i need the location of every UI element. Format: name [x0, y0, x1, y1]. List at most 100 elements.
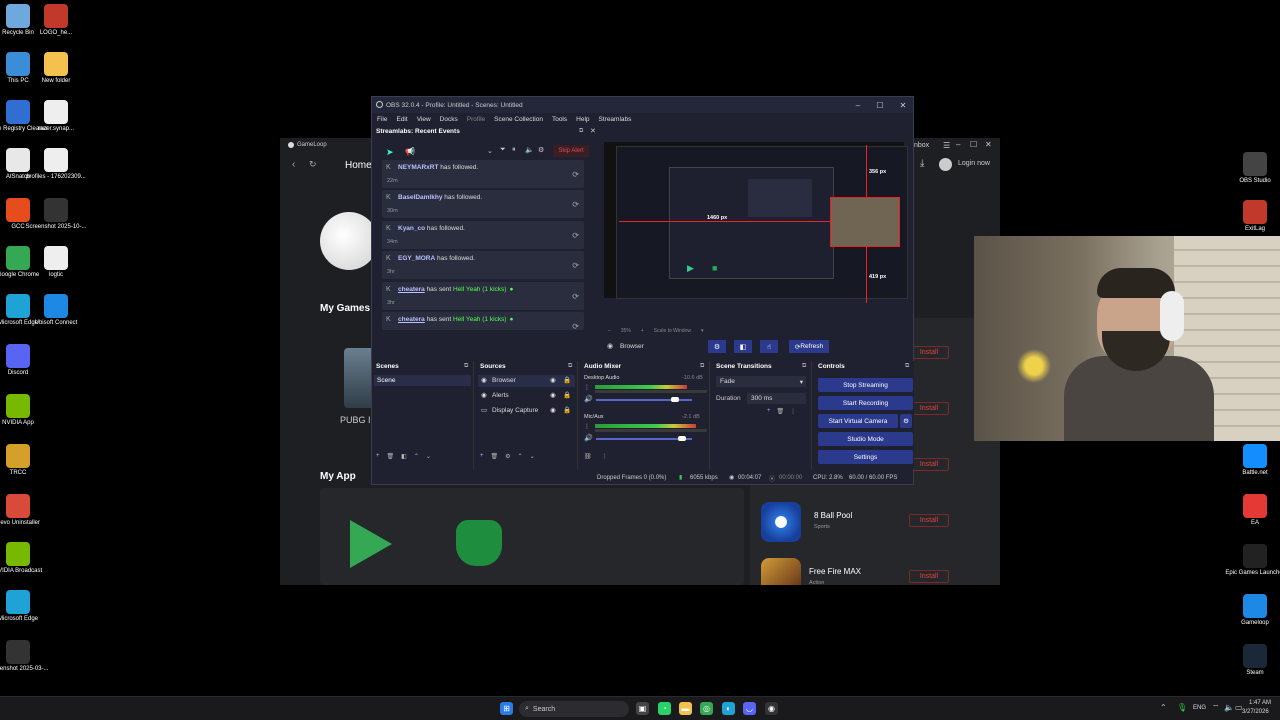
event-user[interactable]: cheatera — [398, 286, 425, 293]
mic-icon[interactable]: 🎙 — [1177, 703, 1187, 712]
transition-select[interactable]: Fade ▾ — [716, 376, 806, 387]
undock-icon[interactable]: ⧉ — [802, 363, 806, 370]
desktop-icon-revo-uninstaller[interactable]: Revo Uninstaller — [0, 494, 50, 527]
wifi-icon[interactable]: ⌔ — [1212, 703, 1220, 713]
add-icon[interactable]: + — [767, 408, 771, 415]
interact-button[interactable]: ☝ — [760, 340, 778, 353]
undock-icon[interactable]: ⧉ — [579, 128, 583, 135]
replay-icon[interactable]: ⟳ — [572, 292, 579, 301]
maximize-icon[interactable]: ☐ — [870, 97, 890, 113]
desktop-icon-exitlag[interactable]: ExitLag — [1223, 200, 1280, 233]
reload-icon[interactable]: ↻ — [309, 159, 317, 170]
eye-icon[interactable]: ◉ — [550, 391, 556, 399]
clock-time[interactable]: 1:47 AM — [1249, 700, 1271, 706]
menu-icon[interactable]: ☰ — [943, 141, 950, 150]
zoom-level[interactable]: 35% — [621, 328, 631, 334]
minimize-icon[interactable]: – — [956, 140, 960, 149]
more-icon[interactable]: ⋮ — [584, 423, 590, 430]
chrome-icon[interactable]: ◎ — [700, 702, 713, 715]
undock-icon[interactable]: ⧉ — [568, 363, 572, 370]
desktop-icon-logo-he[interactable]: LOGO_he... — [24, 4, 88, 37]
desktop-icon-microsoft-edge[interactable]: Microsoft Edge — [0, 590, 50, 623]
menu-scene-collection[interactable]: Scene Collection — [494, 116, 543, 123]
settings-button[interactable]: Settings — [818, 450, 913, 464]
link-icon[interactable]: ⛓ — [584, 453, 592, 460]
chevron-up-icon[interactable]: ⌃ — [414, 453, 419, 460]
selected-source-box[interactable] — [830, 197, 900, 247]
desktop-icon-discord[interactable]: Discord — [0, 344, 50, 377]
volume-slider-handle[interactable] — [671, 397, 679, 402]
studio-mode-button[interactable]: Studio Mode — [818, 432, 913, 446]
properties-button[interactable]: ⚙ — [708, 340, 726, 353]
menu-edit[interactable]: Edit — [396, 116, 407, 123]
replay-icon[interactable]: ⟳ — [572, 170, 579, 179]
install-button[interactable]: Install — [909, 346, 949, 359]
lock-icon[interactable]: 🔒 — [563, 406, 571, 414]
partial-tab-label[interactable]: nbox — [914, 142, 929, 149]
desktop-icon-ea[interactable]: EA — [1223, 494, 1280, 527]
menu-streamlabs[interactable]: Streamlabs — [599, 116, 632, 123]
folder-icon[interactable]: ▬ — [679, 702, 692, 715]
replay-icon[interactable]: ⟳ — [572, 200, 579, 209]
filter-icon[interactable]: ◧ — [401, 453, 407, 460]
task-view-icon[interactable]: ▣ — [636, 702, 649, 715]
install-button[interactable]: Install — [909, 458, 949, 471]
desktop-icon-nvidia-broadcast[interactable]: NVIDIA Broadcast — [0, 542, 50, 575]
menu-profile[interactable]: Profile — [467, 116, 485, 123]
whatsapp-icon[interactable]: ◔ — [658, 702, 671, 715]
install-button[interactable]: Install — [909, 570, 949, 583]
speaker-icon[interactable]: 🔊 — [584, 395, 593, 403]
eye-icon[interactable]: ◉ — [550, 406, 556, 414]
desktop-icon-battle-net[interactable]: Battle.net — [1223, 444, 1280, 477]
event-user[interactable]: NEYMARxRT — [398, 164, 438, 171]
zoom-out-icon[interactable]: – — [608, 328, 611, 334]
8-ball-pool-icon[interactable] — [761, 502, 801, 542]
install-button[interactable]: Install — [909, 514, 949, 527]
obs-icon[interactable]: ◉ — [765, 702, 778, 715]
volume-slider-handle[interactable] — [678, 436, 686, 441]
pubg-thumbnail[interactable] — [344, 348, 374, 408]
menu-docks[interactable]: Docks — [440, 116, 458, 123]
lock-icon[interactable]: 🔒 — [563, 376, 571, 384]
play-store-icon[interactable] — [350, 520, 392, 568]
taskbar-search[interactable]: ⌕ Search — [519, 701, 629, 717]
menu-view[interactable]: View — [417, 116, 431, 123]
volume-icon[interactable]: 🔈 — [525, 146, 534, 154]
megaphone-icon[interactable]: 📢 — [405, 147, 415, 156]
menu-tools[interactable]: Tools — [552, 116, 567, 123]
virtual-camera-settings-button[interactable]: ⚙ — [900, 414, 912, 428]
chevron-up-icon[interactable]: ⌃ — [518, 453, 523, 460]
scale-mode[interactable]: Scale to Window — [654, 328, 691, 334]
chevron-down-icon[interactable]: ⌄ — [426, 453, 431, 460]
desktop-icon-screenshot-2025-03[interactable]: Screenshot 2025-03-... — [0, 640, 50, 673]
maximize-icon[interactable]: ☐ — [970, 140, 977, 149]
stop-streaming-button[interactable]: Stop Streaming — [818, 378, 913, 392]
start-recording-button[interactable]: Start Recording — [818, 396, 913, 410]
speaker-icon[interactable]: 🔊 — [584, 434, 593, 442]
event-user[interactable]: BaselDamlkhy — [398, 194, 442, 201]
more-icon[interactable]: ⋮ — [790, 408, 796, 415]
desktop-icon-profiles-176202309[interactable]: profiles - 176202309... — [24, 148, 88, 181]
desktop-icon-obs-studio[interactable]: OBS Studio — [1223, 152, 1280, 185]
event-user[interactable]: Kyan_co — [398, 225, 425, 232]
desktop-icon-nvidia-app[interactable]: NVIDIA App — [0, 394, 50, 427]
event-user[interactable]: cheatera — [398, 316, 425, 323]
chevron-down-icon[interactable]: ⌄ — [530, 453, 535, 460]
scene-item[interactable]: Scene — [374, 375, 471, 386]
more-icon[interactable]: ⋮ — [602, 453, 608, 460]
refresh-button[interactable]: ⟳ Refresh — [789, 340, 829, 353]
edge-icon[interactable]: ◐ — [722, 702, 735, 715]
source-browser[interactable]: Browser — [492, 377, 516, 384]
install-button[interactable]: Install — [909, 402, 949, 415]
filter-icon[interactable]: ⏷ — [500, 146, 506, 154]
event-item[interactable]: K EGY_MORA has followed. 3hr ⟳ — [382, 251, 584, 279]
desktop-icon-new-folder[interactable]: New folder — [24, 52, 88, 85]
event-item[interactable]: K BaselDamlkhy has followed. 30m ⟳ — [382, 190, 584, 218]
trash-icon[interactable]: 🗑 — [387, 453, 395, 460]
chevron-down-icon[interactable]: ▾ — [701, 328, 704, 334]
eye-icon[interactable]: ◉ — [550, 376, 556, 384]
back-icon[interactable]: ‹ — [292, 159, 295, 170]
desktop-icon-gameloop[interactable]: Gameloop — [1223, 594, 1280, 627]
close-icon[interactable]: ✕ — [985, 140, 992, 149]
desktop-icon-ubisoft-connect[interactable]: Ubisoft Connect — [24, 294, 88, 327]
